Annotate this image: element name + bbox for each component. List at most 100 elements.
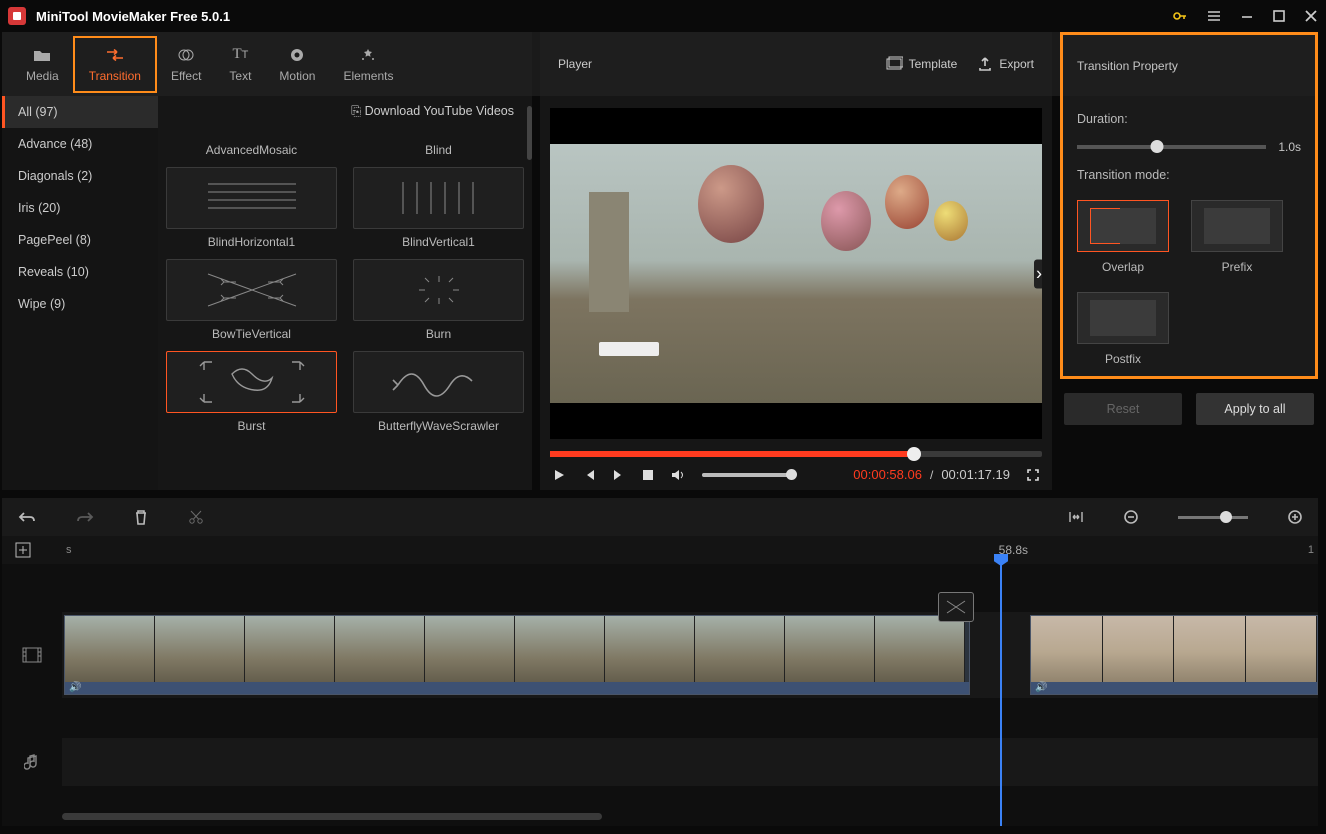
transition-item[interactable]: ButterflyWaveScrawler (353, 351, 524, 433)
close-icon[interactable] (1304, 9, 1318, 23)
play-icon[interactable] (552, 468, 566, 482)
download-youtube-link[interactable]: Download YouTube Videos (166, 96, 524, 127)
playhead[interactable] (1000, 564, 1002, 826)
apply-all-button[interactable]: Apply to all (1196, 393, 1314, 425)
horizontal-scrollbar[interactable] (62, 813, 602, 820)
zoom-out-icon[interactable] (1124, 510, 1138, 524)
motion-icon (289, 46, 305, 64)
app-title: MiniTool MovieMaker Free 5.0.1 (36, 9, 1172, 24)
player-controls: 00:00:58.06 / 00:01:17.19 (540, 467, 1052, 482)
export-label: Export (999, 57, 1034, 71)
add-track-icon[interactable] (14, 541, 32, 559)
export-icon (977, 56, 993, 72)
player-header: Player Template Export (540, 32, 1052, 96)
tab-text[interactable]: TT Text (215, 38, 265, 91)
category-item[interactable]: Advance (48) (2, 128, 158, 160)
transition-item[interactable]: Burn (353, 259, 524, 341)
timeline: s 58.8s 1 🔊 🔊 (2, 536, 1318, 826)
transition-marker[interactable] (938, 592, 974, 622)
reset-button[interactable]: Reset (1064, 393, 1182, 425)
minimize-icon[interactable] (1240, 9, 1254, 23)
mode-postfix[interactable]: Postfix (1077, 292, 1169, 366)
tab-effect[interactable]: Effect (157, 38, 215, 91)
duration-slider[interactable] (1077, 145, 1266, 149)
key-icon[interactable] (1172, 8, 1188, 24)
total-time: 00:01:17.19 (941, 467, 1010, 482)
next-frame-icon[interactable] (612, 468, 626, 482)
elements-icon (360, 46, 376, 64)
transition-item[interactable]: AdvancedMosaic (166, 127, 337, 157)
category-item[interactable]: Reveals (10) (2, 256, 158, 288)
tab-text-label: Text (229, 69, 251, 83)
tab-motion[interactable]: Motion (265, 38, 329, 91)
redo-icon[interactable] (76, 510, 94, 524)
transition-item[interactable]: BlindVertical1 (353, 167, 524, 249)
template-button[interactable]: Template (885, 55, 958, 73)
tab-media-label: Media (26, 69, 59, 83)
mode-overlap[interactable]: Overlap (1077, 200, 1169, 274)
audio-track-icon (2, 738, 62, 786)
menu-icon[interactable] (1206, 8, 1222, 24)
title-bar: MiniTool MovieMaker Free 5.0.1 (0, 0, 1326, 32)
volume-icon[interactable] (670, 468, 686, 482)
player-panel: › 00:00:58.06 / 00:01:17.19 (540, 96, 1052, 490)
text-icon: TT (232, 46, 248, 64)
timeline-toolbar (2, 498, 1318, 536)
duration-value: 1.0s (1278, 140, 1301, 154)
ruler-start: s (66, 544, 72, 556)
tab-transition[interactable]: Transition (73, 36, 157, 93)
clip-1[interactable]: 🔊 (64, 615, 970, 695)
preview-area[interactable]: › (550, 108, 1042, 439)
fit-icon[interactable] (1068, 510, 1084, 524)
tab-elements[interactable]: Elements (329, 38, 407, 91)
seek-bar[interactable] (550, 451, 1042, 457)
transition-icon (105, 46, 125, 64)
export-button[interactable]: Export (977, 56, 1034, 72)
category-item[interactable]: Iris (20) (2, 192, 158, 224)
transition-item[interactable]: Blind (353, 127, 524, 157)
cut-icon[interactable] (188, 509, 204, 525)
scrollbar[interactable] (527, 106, 532, 160)
tab-motion-label: Motion (279, 69, 315, 83)
prev-icon[interactable] (582, 468, 596, 482)
properties-panel: Duration: 1.0s Transition mode: Overlap … (1060, 96, 1318, 379)
tab-effect-label: Effect (171, 69, 201, 83)
tab-transition-label: Transition (89, 69, 141, 83)
zoom-in-icon[interactable] (1288, 510, 1302, 524)
speaker-icon: 🔊 (1035, 682, 1047, 693)
stop-icon[interactable] (642, 469, 654, 481)
speaker-icon: 🔊 (69, 682, 81, 693)
fullscreen-icon[interactable] (1026, 468, 1040, 482)
mode-prefix[interactable]: Prefix (1191, 200, 1283, 274)
category-item[interactable]: All (97) (2, 96, 158, 128)
video-track: 🔊 🔊 (2, 612, 1318, 698)
transition-grid: AdvancedMosaic Blind BlindHorizontal1 Bl… (166, 127, 524, 433)
transition-browser: All (97) Advance (48) Diagonals (2) Iris… (2, 96, 532, 490)
transition-item[interactable]: BlindHorizontal1 (166, 167, 337, 249)
category-item[interactable]: Wipe (9) (2, 288, 158, 320)
zoom-slider[interactable] (1178, 516, 1248, 519)
transition-item[interactable]: Burst (166, 351, 337, 433)
properties-header: Transition Property (1060, 32, 1318, 96)
video-track-icon (2, 612, 62, 698)
transition-item[interactable]: BowTieVertical (166, 259, 337, 341)
ruler-end: 1 (1308, 544, 1314, 556)
category-list: All (97) Advance (48) Diagonals (2) Iris… (2, 96, 158, 490)
category-item[interactable]: Diagonals (2) (2, 160, 158, 192)
template-icon (885, 55, 903, 73)
timeline-ruler[interactable]: s 58.8s 1 (2, 536, 1318, 564)
next-icon[interactable]: › (1034, 259, 1042, 288)
tab-elements-label: Elements (343, 69, 393, 83)
tab-media[interactable]: Media (12, 38, 73, 91)
folder-icon (33, 46, 51, 64)
undo-icon[interactable] (18, 510, 36, 524)
maximize-icon[interactable] (1272, 9, 1286, 23)
clip-2[interactable]: 🔊 (1030, 615, 1318, 695)
current-time: 00:00:58.06 (853, 467, 922, 482)
audio-track (2, 738, 1318, 786)
delete-icon[interactable] (134, 509, 148, 525)
duration-label: Duration: (1077, 112, 1301, 126)
category-item[interactable]: PagePeel (8) (2, 224, 158, 256)
volume-slider[interactable] (702, 473, 792, 477)
player-title: Player (558, 57, 865, 71)
